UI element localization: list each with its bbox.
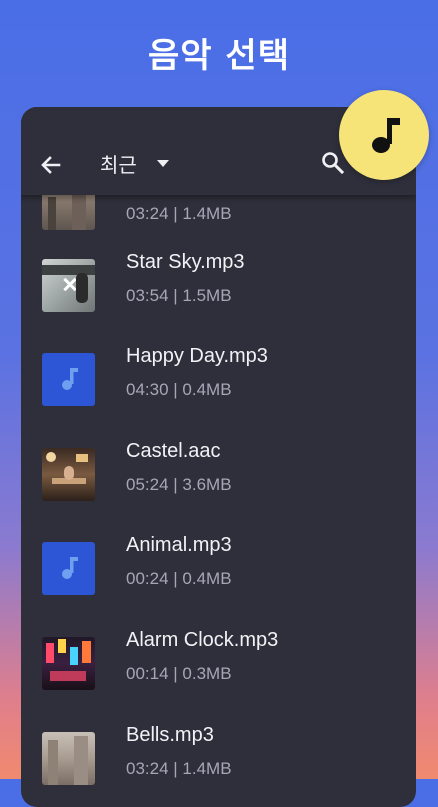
- music-note-icon: [62, 557, 78, 579]
- list-item[interactable]: Bells.mp3 03:24 | 1.4MB: [21, 724, 416, 807]
- file-name: Bells.mp3: [126, 724, 214, 746]
- thumbnail-image: [42, 259, 95, 312]
- thumbnail-image: [42, 637, 95, 690]
- list-item[interactable]: Alarm Clock.mp3 00:14 | 0.3MB: [21, 629, 416, 732]
- list-item[interactable]: Star Sky.mp3 03:54 | 1.5MB: [21, 251, 416, 354]
- thumbnail-image: [42, 448, 95, 501]
- file-meta: 03:24 | 1.4MB: [126, 204, 232, 223]
- file-meta: 00:14 | 0.3MB: [126, 664, 232, 683]
- thumbnail-image: [42, 732, 95, 785]
- list-item[interactable]: Castel.aac 05:24 | 3.6MB: [21, 440, 416, 543]
- music-picker-card: 03:24 | 1.4MB Star Sky.mp3 03:54 | 1.5MB: [21, 107, 416, 807]
- file-meta: 04:30 | 0.4MB: [126, 380, 232, 399]
- music-fab-button[interactable]: [339, 90, 429, 180]
- file-name: Alarm Clock.mp3: [126, 629, 279, 651]
- thumbnail-music-note: [42, 542, 95, 595]
- file-meta: 05:24 | 3.6MB: [126, 475, 232, 494]
- page-title: 음악 선택: [148, 36, 290, 76]
- back-arrow-icon[interactable]: [37, 151, 65, 179]
- file-name: Animal.mp3: [126, 534, 232, 556]
- file-meta: 00:24 | 0.4MB: [126, 569, 232, 588]
- chevron-down-icon[interactable]: [155, 157, 171, 169]
- file-name: Star Sky.mp3: [126, 251, 245, 273]
- file-meta: 03:24 | 1.4MB: [126, 759, 232, 778]
- list-item[interactable]: Happy Day.mp3 04:30 | 0.4MB: [21, 345, 416, 448]
- file-name: Happy Day.mp3: [126, 345, 268, 367]
- folder-dropdown-label[interactable]: 최근: [100, 149, 137, 178]
- file-name: Castel.aac: [126, 440, 221, 462]
- music-note-icon: [62, 368, 78, 390]
- list-item[interactable]: Animal.mp3 00:24 | 0.4MB: [21, 534, 416, 637]
- thumbnail-music-note: [42, 353, 95, 406]
- file-meta: 03:54 | 1.5MB: [126, 286, 232, 305]
- music-note-icon: [372, 118, 400, 153]
